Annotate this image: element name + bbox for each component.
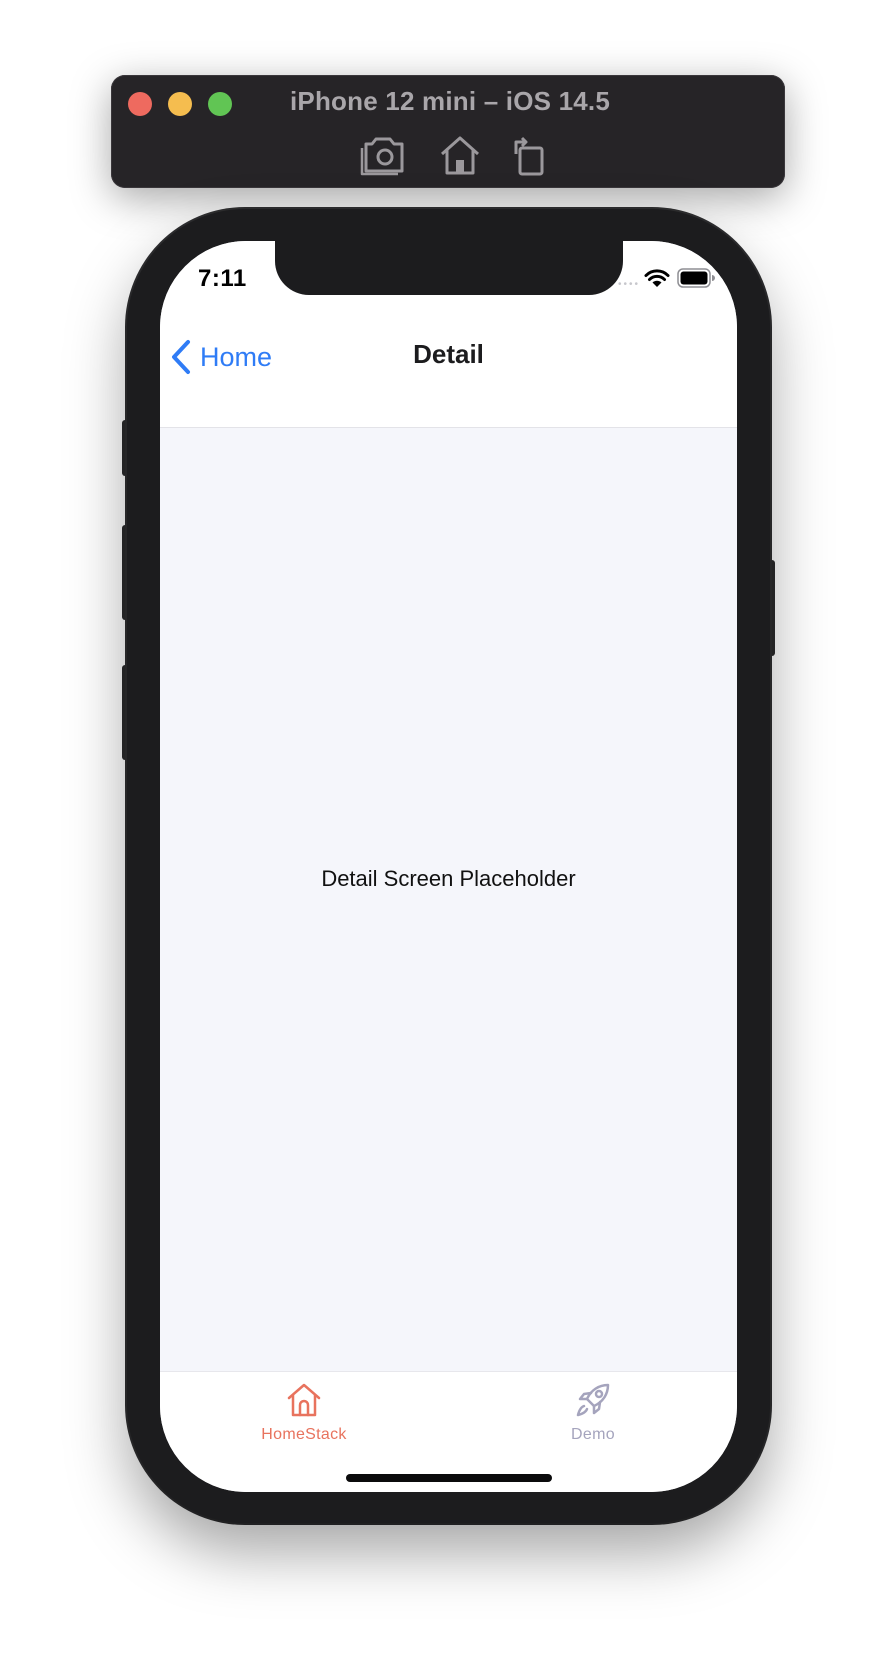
battery-icon [677, 268, 715, 288]
rotate-button[interactable] [508, 134, 556, 176]
page-title: Detail [413, 339, 484, 369]
rotate-icon [514, 136, 544, 176]
status-time: 7:11 [198, 265, 247, 292]
home-icon [441, 136, 479, 175]
tab-label: Demo [571, 1426, 615, 1443]
screenshot-button[interactable] [359, 134, 407, 176]
device-notch [275, 241, 623, 295]
home-indicator [346, 1474, 552, 1482]
tab-label: HomeStack [261, 1426, 347, 1443]
wifi-icon [644, 269, 670, 287]
zoom-window-button[interactable] [208, 92, 232, 116]
placeholder-text: Detail Screen Placeholder [321, 866, 576, 891]
close-window-button[interactable] [128, 92, 152, 116]
home-icon [287, 1383, 321, 1417]
tab-demo[interactable]: Demo [513, 1382, 673, 1462]
signal-icon: •••• [618, 279, 641, 290]
minimize-window-button[interactable] [168, 92, 192, 116]
navigation-bar: Home Detail [160, 311, 737, 428]
camera-icon [360, 137, 404, 176]
simulator-title: iPhone 12 mini – iOS 14.5 [289, 86, 610, 116]
simulator-home-button[interactable] [436, 134, 484, 176]
rocket-icon [576, 1383, 610, 1417]
tab-homestack[interactable]: HomeStack [224, 1382, 384, 1462]
device-screen: 7:11 •••• Home Detail Detail Screen Plac… [160, 241, 737, 1492]
